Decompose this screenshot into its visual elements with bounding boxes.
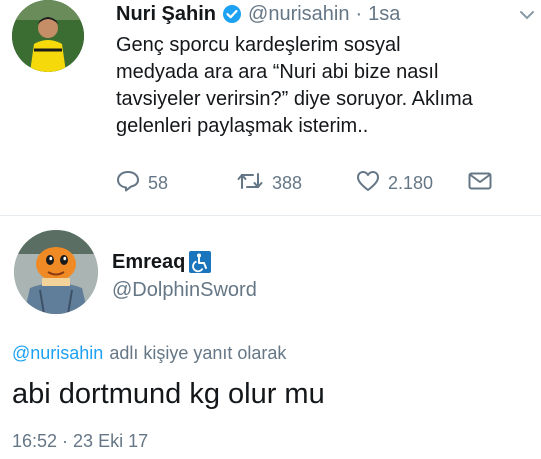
reply-context: @nurisahin adlı kişiye yanıt olarak: [12, 343, 286, 364]
retweet-count: 388: [272, 173, 303, 193]
chevron-down-icon[interactable]: [519, 8, 535, 20]
retweet-icon: [236, 170, 264, 197]
reply-icon: [116, 170, 140, 197]
accessibility-badge-icon: [189, 251, 212, 273]
tweet-text-line: gelenleri paylaşmak isterim..: [116, 115, 369, 137]
like-action[interactable]: 2.180: [356, 170, 433, 197]
time-separator: ·: [62, 431, 69, 451]
like-icon: [356, 170, 380, 197]
avatar-image: [12, 0, 84, 72]
reply-text: abi dortmund kg olur mu: [12, 378, 325, 410]
reply-time: 16:52: [12, 431, 58, 451]
reply-timestamp[interactable]: 16:52 · 23 Eki 17: [12, 431, 148, 452]
tweet-text-line: Genç sporcu kardeşlerim sosyal: [116, 34, 401, 56]
author-handle[interactable]: @DolphinSword: [112, 279, 257, 302]
author-handle[interactable]: @nurisahin: [248, 3, 349, 26]
message-icon[interactable]: [468, 172, 492, 190]
tweet-divider: [0, 215, 541, 216]
time-separator: ·: [355, 2, 363, 25]
reply-context-text: adlı kişiye yanıt olarak: [109, 343, 287, 363]
reply-count: 58: [148, 173, 169, 193]
tweet-time[interactable]: 1sa: [368, 3, 400, 26]
verified-badge-icon: [222, 4, 242, 24]
avatar-image: [14, 230, 98, 314]
reply-date: 23 Eki 17: [73, 431, 149, 451]
tweet-header: Nuri Şahin @nurisahin · 1sa: [116, 2, 400, 26]
author-name[interactable]: Nuri Şahin: [116, 3, 216, 26]
reply-header: Emreaq: [112, 250, 212, 274]
like-count: 2.180: [388, 173, 434, 193]
reply-context-handle[interactable]: @nurisahin: [12, 343, 103, 364]
avatar-nuri-sahin[interactable]: [12, 0, 84, 72]
tweet-text-line: tavsiyeler verirsin?” diye soruyor. Aklı…: [116, 88, 473, 110]
avatar-emreaq[interactable]: [14, 230, 98, 314]
author-name[interactable]: Emreaq: [112, 251, 185, 274]
tweet-text-line: medyada ara ara “Nuri abi bize nasıl: [116, 61, 439, 83]
tweet-text: Genç sporcu kardeşlerim sosyal medyada a…: [116, 32, 536, 140]
retweet-action[interactable]: 388: [236, 170, 302, 197]
reply-action[interactable]: 58: [116, 170, 168, 197]
